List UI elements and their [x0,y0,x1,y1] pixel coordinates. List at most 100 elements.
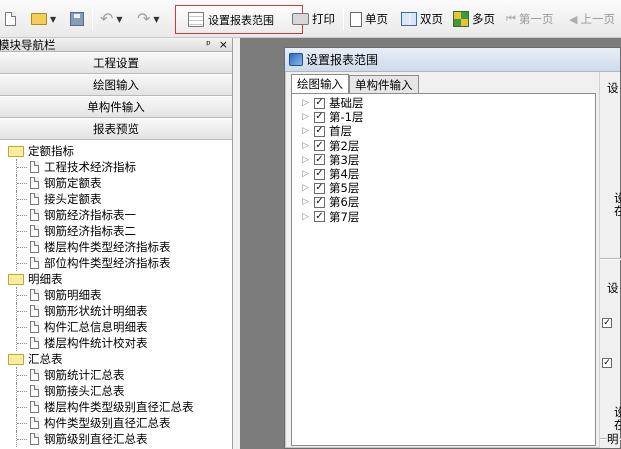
checkmark-icon: ✓ [603,358,611,368]
floor-row[interactable]: ▷ ✓ 第-1层 [292,110,595,124]
pin-icon[interactable]: ᵖ [206,38,211,51]
tree-item[interactable]: 构件类型级别直径汇总表 [0,415,232,431]
document-icon [30,257,39,269]
tree-item[interactable]: 钢筋经济指标表一 [0,207,232,223]
floor-row[interactable]: ▷ ✓ 第2层 [292,139,595,153]
expand-icon[interactable]: ▷ [302,183,310,193]
expand-icon[interactable]: ▷ [302,212,310,222]
expand-icon[interactable]: ▷ [302,141,310,151]
tree-item[interactable]: 钢筋形状统计明细表 [0,303,232,319]
floor-row[interactable]: ▷ ✓ 第5层 [292,181,595,195]
tab-single-component-input[interactable]: 单构件输入 [349,75,419,93]
open-folder-icon [31,13,47,25]
double-page-button[interactable]: 双页 [401,8,443,30]
set-report-range-label: 设置报表范围 [208,13,274,27]
tree-item[interactable]: 钢筋定额表 [0,175,232,191]
redo-icon: ↷ [137,9,151,28]
tree-item[interactable]: 钢筋明细表 [0,287,232,303]
save-button[interactable] [70,8,84,30]
first-page-icon: ⏮ [506,12,516,25]
floor-checkbox[interactable]: ✓ [314,140,325,152]
checkmark-icon: ✓ [315,125,324,137]
setting-checkbox[interactable]: ✓ [602,358,612,368]
set-report-range-button[interactable]: 设置报表范围 [175,5,303,34]
document-icon [30,337,39,349]
tree-item[interactable]: 楼层构件类型经济指标表 [0,239,232,255]
tree-group-summary-tables[interactable]: 汇总表 [0,351,232,367]
nav-button-project-settings[interactable]: 工程设置 [0,52,232,74]
redo-button[interactable]: ↷ ▼ [137,8,160,30]
expand-icon[interactable]: ▷ [302,126,310,136]
prev-page-button[interactable]: ◀ 上一页 [569,8,615,30]
expand-icon[interactable]: ▷ [302,169,310,179]
document-icon [30,401,39,413]
new-button[interactable] [5,8,16,30]
divider [600,258,621,260]
nav-button-drawing-input[interactable]: 绘图输入 [0,74,232,96]
floor-row[interactable]: ▷ ✓ 第3层 [292,153,595,167]
floor-checkbox[interactable]: ✓ [314,97,325,109]
tree-item[interactable]: 钢筋统计汇总表 [0,367,232,383]
checkmark-icon: ✓ [315,168,324,180]
floor-checkbox[interactable]: ✓ [314,125,325,137]
tree-group-quota-indicators[interactable]: 定额指标 [0,143,232,159]
floor-tree: ▷ ✓ 基础层 ▷ ✓ 第-1层 ▷ ✓ 首层 ▷ ✓ 第2层 ▷ ✓ 第3层 … [291,93,596,446]
tree-item[interactable]: 钢筋经济指标表二 [0,223,232,239]
checkmark-icon: ✓ [315,111,324,123]
close-icon[interactable]: × [219,38,228,51]
multi-page-button[interactable]: 多页 [453,8,495,30]
tree-item[interactable]: 钢筋级别直径汇总表 [0,431,232,447]
tree-item[interactable]: 部位构件类型经济指标表 [0,255,232,271]
floor-row[interactable]: ▷ ✓ 基础层 [292,96,595,110]
first-page-button[interactable]: ⏮ 第一页 [506,8,553,30]
folder-icon [8,145,24,157]
tree-item[interactable]: 楼层构件类型级别直径汇总表 [0,399,232,415]
tree-item[interactable]: 楼层构件统计校对表 [0,335,232,351]
checkmark-icon: ✓ [315,153,324,165]
floor-row[interactable]: ▷ ✓ 第7层 [292,210,595,224]
setting-checkbox[interactable]: ✓ [602,318,612,328]
floor-label: 第7层 [329,209,360,224]
nav-panel-title: 模块导航栏 [0,37,56,52]
dialog-tabs: 绘图输入 单构件输入 [291,74,419,93]
settings-fragment: 在 [614,204,621,218]
expand-icon[interactable]: ▷ [302,155,310,165]
floor-row[interactable]: ▷ ✓ 首层 [292,124,595,138]
checkmark-icon: ✓ [315,210,324,222]
document-icon [30,225,39,237]
tab-drawing-input[interactable]: 绘图输入 [291,74,349,93]
undo-button[interactable]: ↶ ▼ [100,8,123,30]
floor-checkbox[interactable]: ✓ [314,196,325,208]
tree-item[interactable]: 接头定额表 [0,191,232,207]
floor-checkbox[interactable]: ✓ [314,182,325,194]
floor-checkbox[interactable]: ✓ [314,168,325,180]
floor-row[interactable]: ▷ ✓ 第6层 [292,195,595,209]
print-label: 打印 [312,12,335,26]
first-page-label: 第一页 [518,12,554,26]
undo-dropdown-arrow[interactable]: ▼ [116,15,122,24]
multi-page-label: 多页 [472,12,495,26]
floor-checkbox[interactable]: ✓ [314,111,325,123]
tree-group-detail-tables[interactable]: 明细表 [0,271,232,287]
save-icon [70,12,84,26]
print-button[interactable]: 打印 [292,8,335,30]
workspace-splitter[interactable] [234,38,240,449]
single-page-button[interactable]: 单页 [350,8,388,30]
document-icon [30,321,39,333]
open-button[interactable]: ▼ [31,8,56,30]
expand-icon[interactable]: ▷ [302,112,310,122]
floor-checkbox[interactable]: ✓ [314,153,325,166]
tree-item[interactable]: 工程技术经济指标 [0,159,232,175]
open-dropdown-arrow[interactable]: ▼ [50,15,56,24]
floor-row[interactable]: ▷ ✓ 第4层 [292,167,595,181]
dialog-title-bar[interactable]: 设置报表范围 [285,48,620,72]
tree-item[interactable]: 构件汇总信息明细表 [0,319,232,335]
floor-checkbox[interactable]: ✓ [314,210,325,223]
document-icon [30,289,39,301]
nav-button-single-component-input[interactable]: 单构件输入 [0,96,232,118]
redo-dropdown-arrow[interactable]: ▼ [153,15,159,24]
tree-item[interactable]: 钢筋接头汇总表 [0,383,232,399]
expand-icon[interactable]: ▷ [302,197,310,207]
expand-icon[interactable]: ▷ [302,98,310,108]
nav-button-report-preview[interactable]: 报表预览 [0,118,232,140]
